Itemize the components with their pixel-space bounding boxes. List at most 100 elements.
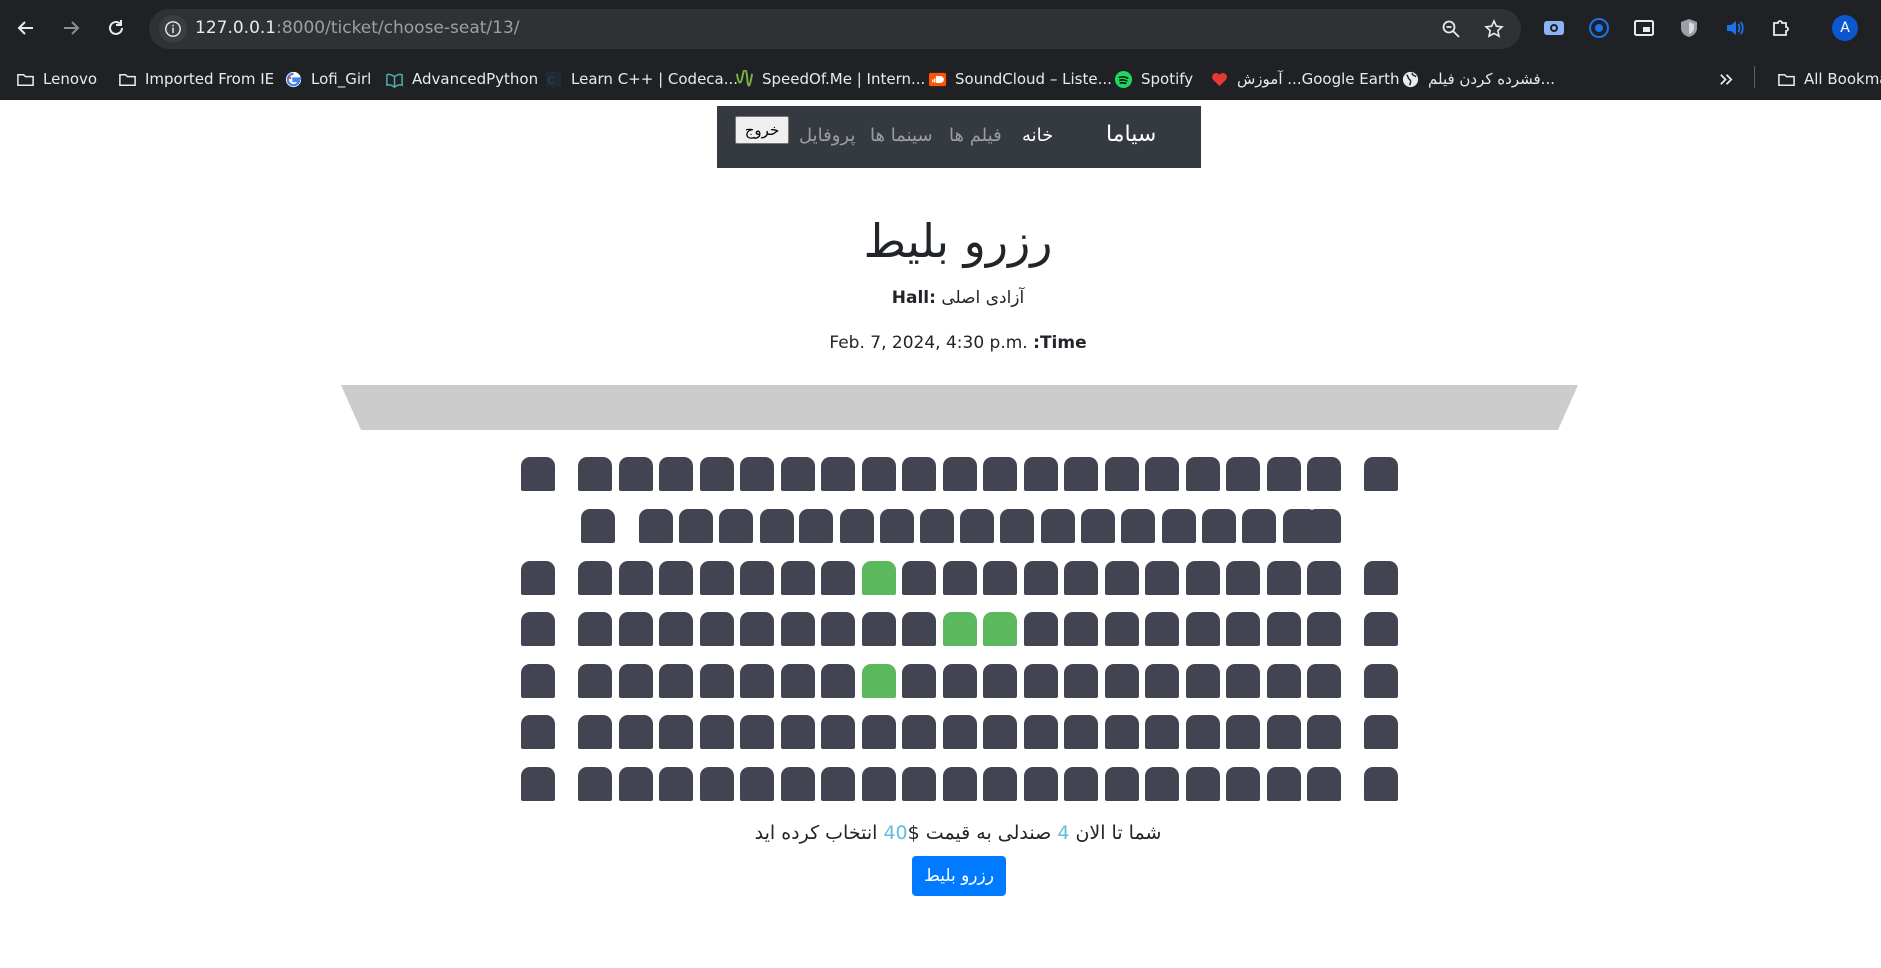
seat[interactable] [781,457,815,491]
bookmark-imported-from-ie[interactable]: Imported From IE [117,66,274,92]
seat[interactable] [862,457,896,491]
seat[interactable] [1307,767,1341,801]
seat[interactable] [821,561,855,595]
seat[interactable] [521,612,555,646]
bookmark-spotify[interactable]: Spotify [1113,66,1193,92]
bookmark-star-icon[interactable] [1482,17,1506,41]
seat[interactable] [902,612,936,646]
seat[interactable] [521,561,555,595]
nav-link-movies[interactable]: فیلم ها [949,125,1002,146]
seat[interactable] [1105,715,1139,749]
nav-link-profile[interactable]: پروفایل [799,125,855,146]
seat[interactable] [781,767,815,801]
seat[interactable] [700,767,734,801]
nav-link-home[interactable]: خانه [1022,125,1053,146]
bookmark-speedofme[interactable]: SpeedOf.Me | Intern... [734,66,925,92]
audio-extension-icon[interactable] [1721,15,1747,41]
seat[interactable] [1064,715,1098,749]
seat[interactable] [781,612,815,646]
seat[interactable] [821,664,855,698]
seat[interactable] [659,767,693,801]
seat[interactable] [639,509,673,543]
seat[interactable] [1064,561,1098,595]
seat[interactable] [1267,715,1301,749]
seat[interactable] [760,509,794,543]
seat[interactable] [1267,612,1301,646]
bookmark-lofi-girl[interactable]: Lofi_Girl [283,66,371,92]
seat-selected[interactable] [862,561,896,595]
seat[interactable] [902,767,936,801]
seat[interactable] [1024,457,1058,491]
seat[interactable] [1186,561,1220,595]
screen-capture-extension-icon[interactable] [1541,15,1567,41]
seat[interactable] [659,457,693,491]
bookmark-google-earth[interactable]: آموزش ...Google Earth [1209,66,1399,92]
seat[interactable] [902,664,936,698]
seat[interactable] [943,715,977,749]
seat[interactable] [1186,457,1220,491]
seat[interactable] [1267,457,1301,491]
seat[interactable] [1267,561,1301,595]
bookmark-soundcloud[interactable]: SoundCloud – Liste... [927,66,1112,92]
seat[interactable] [740,561,774,595]
seat[interactable] [1162,509,1196,543]
address-bar[interactable]: 127.0.0.1:8000/ticket/choose-seat/13/ [149,9,1521,49]
seat[interactable] [578,561,612,595]
picture-in-picture-extension-icon[interactable] [1631,15,1657,41]
seat[interactable] [1267,767,1301,801]
seat[interactable] [1186,715,1220,749]
seat[interactable] [1242,509,1276,543]
seat[interactable] [740,457,774,491]
nav-link-cinemas[interactable]: سینما ها [870,125,933,146]
seat[interactable] [700,561,734,595]
seat[interactable] [1145,715,1179,749]
seat[interactable] [1364,664,1398,698]
back-button[interactable] [11,12,41,44]
seat[interactable] [1105,664,1139,698]
seat[interactable] [821,767,855,801]
seat[interactable] [943,561,977,595]
seat[interactable] [1226,457,1260,491]
seat[interactable] [521,715,555,749]
seat[interactable] [1145,612,1179,646]
seat[interactable] [700,457,734,491]
seat[interactable] [1307,612,1341,646]
seat[interactable] [1364,561,1398,595]
seat[interactable] [1186,664,1220,698]
seat[interactable] [983,457,1017,491]
seat[interactable] [700,664,734,698]
seat[interactable] [902,561,936,595]
seat[interactable] [1000,509,1034,543]
vpn-extension-icon[interactable] [1586,15,1612,41]
bookmark-advancedpython[interactable]: AdvancedPython [384,66,538,92]
seat[interactable] [840,509,874,543]
bookmark-learn-cpp[interactable]: C Learn C++ | Codeca... [543,66,738,92]
seat[interactable] [1064,767,1098,801]
profile-avatar[interactable]: A [1832,15,1858,41]
logout-button[interactable]: خروج [735,116,789,144]
zoom-icon[interactable] [1439,17,1463,41]
seat[interactable] [781,715,815,749]
bookmarks-overflow-chevron[interactable] [1716,66,1736,92]
seat[interactable] [1364,457,1398,491]
seat[interactable] [902,715,936,749]
seat[interactable] [1307,561,1341,595]
seat[interactable] [1267,664,1301,698]
seat[interactable] [521,767,555,801]
site-info-icon[interactable] [159,15,187,43]
bookmark-lenovo[interactable]: Lenovo [15,66,97,92]
seat[interactable] [1145,561,1179,595]
seat[interactable] [619,715,653,749]
seat[interactable] [719,509,753,543]
seat[interactable] [943,664,977,698]
seat[interactable] [880,509,914,543]
seat[interactable] [1364,612,1398,646]
seat[interactable] [1105,457,1139,491]
seat[interactable] [862,612,896,646]
seat[interactable] [659,561,693,595]
seat[interactable] [799,509,833,543]
seat-selected[interactable] [943,612,977,646]
seat[interactable] [578,457,612,491]
seat[interactable] [578,715,612,749]
seat[interactable] [1041,509,1075,543]
